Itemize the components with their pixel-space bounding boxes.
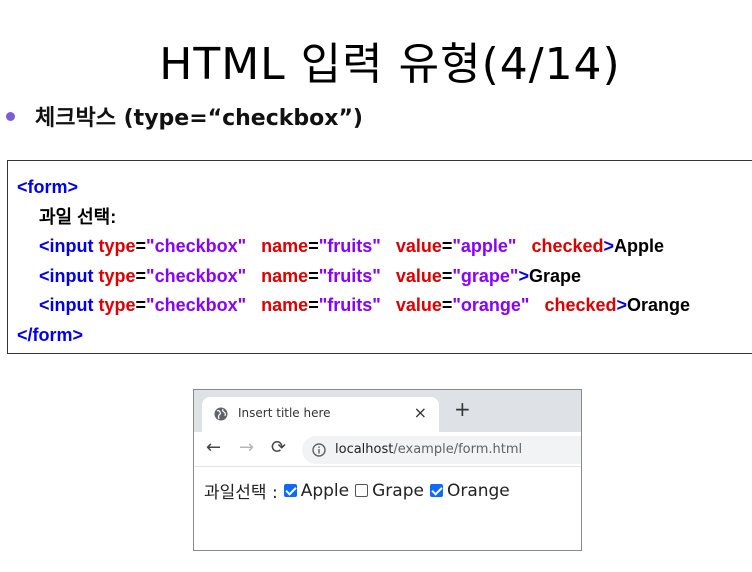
code-eq: = <box>135 295 147 315</box>
code-tag-close: > <box>518 265 529 286</box>
tab-title: Insert title here <box>238 406 331 420</box>
code-eq: = <box>308 295 319 315</box>
back-arrow-icon[interactable]: ← <box>206 438 221 458</box>
browser-tab[interactable]: Insert title here × <box>202 397 439 432</box>
code-line-form-close: </form> <box>17 321 752 351</box>
code-text: 과일 선택: <box>39 206 117 227</box>
checkbox-label-orange: Orange <box>446 480 510 501</box>
bullet-point: 체크박스 (type=“checkbox”) <box>6 100 363 132</box>
browser-window: Insert title here × + ← → ⟳ localhost/ex… <box>193 389 582 551</box>
bullet-text: 체크박스 (type=“checkbox”) <box>35 106 363 131</box>
code-eq: = <box>308 265 319 286</box>
code-attr: checked <box>531 236 604 256</box>
code-value: "fruits" <box>318 265 381 286</box>
code-value: "checkbox" <box>146 236 247 256</box>
code-tag: <input <box>39 295 94 315</box>
code-attr: name <box>261 236 309 256</box>
info-icon[interactable] <box>312 443 326 457</box>
code-attr: type <box>98 295 136 315</box>
checkbox-orange[interactable] <box>429 484 443 497</box>
code-attr: name <box>261 265 309 286</box>
code-eq: = <box>135 265 147 286</box>
form-label: 과일선택 : <box>204 483 278 503</box>
code-tag-close: > <box>603 236 615 256</box>
checkbox-apple[interactable] <box>283 484 297 497</box>
url-path: /example/form.html <box>393 442 523 457</box>
code-value: "checkbox" <box>146 265 247 286</box>
code-attr: name <box>261 295 309 315</box>
code-tag: <input <box>39 265 94 286</box>
checkbox-label-apple: Apple <box>300 480 350 501</box>
url-host: localhost <box>335 442 394 457</box>
code-eq: = <box>441 236 453 256</box>
code-value: "checkbox" <box>146 295 247 315</box>
code-text: Grape <box>528 265 581 286</box>
code-tag: <form> <box>17 177 79 197</box>
code-value: "fruits" <box>318 236 381 256</box>
code-attr: checked <box>544 295 617 315</box>
code-tag-close: > <box>616 295 628 315</box>
code-tag: </form> <box>17 324 84 345</box>
code-line-input-grape: <input type="checkbox" name="fruits" val… <box>17 262 752 292</box>
slide-title: HTML 입력 유형(4/14) <box>159 39 621 90</box>
browser-toolbar: ← → ⟳ localhost/example/form.html <box>194 432 581 467</box>
page-content: 과일선택 : Apple Grape Orange <box>204 478 510 504</box>
code-text: Apple <box>614 236 665 256</box>
reload-icon[interactable]: ⟳ <box>271 438 286 458</box>
code-attr: value <box>395 265 442 286</box>
code-eq: = <box>308 236 319 256</box>
code-eq: = <box>135 236 147 256</box>
address-bar[interactable]: localhost/example/form.html <box>302 436 581 464</box>
tab-strip: Insert title here × + <box>194 390 581 432</box>
code-attr: value <box>395 295 442 315</box>
globe-icon <box>214 407 228 421</box>
code-text: Orange <box>627 295 691 315</box>
code-line-input-apple: <input type="checkbox" name="fruits" val… <box>17 232 752 262</box>
bullet-dot-icon <box>6 111 15 121</box>
code-line-form-open: <form> <box>17 173 752 203</box>
code-value: "apple" <box>452 236 517 256</box>
new-tab-button[interactable]: + <box>454 399 471 419</box>
code-line-label: 과일 선택: <box>17 203 752 233</box>
code-attr: value <box>395 236 442 256</box>
code-eq: = <box>441 295 453 315</box>
code-attr: type <box>98 236 136 256</box>
code-attr: type <box>98 265 136 286</box>
checkbox-grape[interactable] <box>355 484 369 497</box>
close-icon[interactable]: × <box>414 403 427 422</box>
code-tag: <input <box>39 236 94 256</box>
forward-arrow-icon[interactable]: → <box>239 438 254 458</box>
code-line-input-orange: <input type="checkbox" name="fruits" val… <box>17 291 752 321</box>
code-value: "grape" <box>452 265 519 286</box>
code-value: "fruits" <box>318 295 381 315</box>
code-sample: <form> 과일 선택: <input type="checkbox" nam… <box>7 160 752 354</box>
checkbox-label-grape: Grape <box>372 480 424 501</box>
code-eq: = <box>441 265 453 286</box>
url-text: localhost/example/form.html <box>335 442 522 457</box>
code-value: "orange" <box>452 295 530 315</box>
